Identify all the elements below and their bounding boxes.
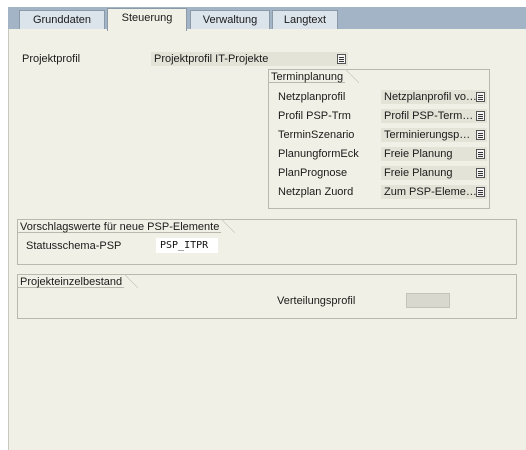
sap-project-profile-screen: Grunddaten Steuerung Verwaltung Langtext…: [0, 0, 526, 450]
dropdown-icon[interactable]: [476, 92, 485, 102]
netzplanprofil-field[interactable]: Netzplanprofil vo…: [381, 90, 487, 104]
tab-label: Verwaltung: [202, 14, 258, 26]
terminplanung-title: Terminplanung: [268, 69, 360, 83]
tab-verwaltung[interactable]: Verwaltung: [190, 10, 270, 29]
vorschlagswerte-title: Vorschlagswerte für neue PSP-Elemente: [17, 219, 236, 233]
terminszenario-field[interactable]: Terminierungsp…: [381, 128, 487, 142]
terminszenario-value: Terminierungsp…: [384, 129, 471, 141]
terminplanung-group: Terminplanung Netzplanprofil Netzplanpro…: [268, 69, 490, 209]
tab-label: Langtext: [283, 14, 327, 26]
projekteinzelbestand-group: Projekteinzelbestand Verteilungsprofil: [17, 274, 517, 319]
statusschema-input[interactable]: PSP_ITPR: [156, 238, 218, 253]
tab-label: Steuerung: [121, 12, 173, 24]
verteilungsprofil-label: Verteilungsprofil: [277, 295, 356, 307]
profil-psp-trm-value: Profil PSP-Term…: [384, 110, 474, 122]
terminplanung-row-label: PlanPrognose: [278, 167, 348, 179]
projekteinzelbestand-title: Projekteinzelbestand: [17, 274, 139, 288]
projektprofil-value: Projektprofil IT-Projekte: [154, 53, 269, 65]
planprognose-field[interactable]: Freie Planung: [381, 166, 487, 180]
statusschema-value: PSP_ITPR: [160, 240, 209, 251]
dropdown-icon[interactable]: [476, 111, 485, 121]
dropdown-icon[interactable]: [476, 187, 485, 197]
dropdown-icon[interactable]: [337, 54, 346, 64]
planprognose-value: Freie Planung: [384, 167, 453, 179]
terminplanung-row-label: TerminSzenario: [278, 129, 355, 141]
netzplan-zuord-value: Zum PSP-Eleme…: [384, 186, 477, 198]
planungformeck-field[interactable]: Freie Planung: [381, 147, 487, 161]
tab-content-steuerung: Projektprofil Projektprofil IT-Projekte …: [8, 29, 526, 450]
tab-grunddaten[interactable]: Grunddaten: [19, 10, 105, 29]
netzplan-zuord-field[interactable]: Zum PSP-Eleme…: [381, 185, 487, 199]
projektprofil-label: Projektprofil: [22, 53, 81, 65]
projektprofil-field[interactable]: Projektprofil IT-Projekte: [151, 52, 348, 66]
dropdown-icon[interactable]: [476, 130, 485, 140]
dropdown-icon[interactable]: [476, 149, 485, 159]
dropdown-icon[interactable]: [476, 168, 485, 178]
terminplanung-row-label: Profil PSP-Trm: [278, 110, 351, 122]
planungformeck-value: Freie Planung: [384, 148, 453, 160]
tab-label: Grunddaten: [32, 14, 92, 26]
vorschlagswerte-group: Vorschlagswerte für neue PSP-Elemente St…: [17, 219, 517, 265]
terminplanung-row-label: PlanungformEck: [278, 148, 359, 160]
statusschema-label: Statusschema-PSP: [26, 240, 122, 252]
tab-langtext[interactable]: Langtext: [272, 10, 338, 29]
terminplanung-row-label: Netzplan Zuord: [278, 186, 354, 198]
verteilungsprofil-input[interactable]: [406, 293, 450, 308]
netzplanprofil-value: Netzplanprofil vo…: [384, 91, 477, 103]
terminplanung-row-label: Netzplanprofil: [278, 91, 346, 103]
profil-psp-trm-field[interactable]: Profil PSP-Term…: [381, 109, 487, 123]
tab-steuerung[interactable]: Steuerung: [107, 8, 187, 31]
